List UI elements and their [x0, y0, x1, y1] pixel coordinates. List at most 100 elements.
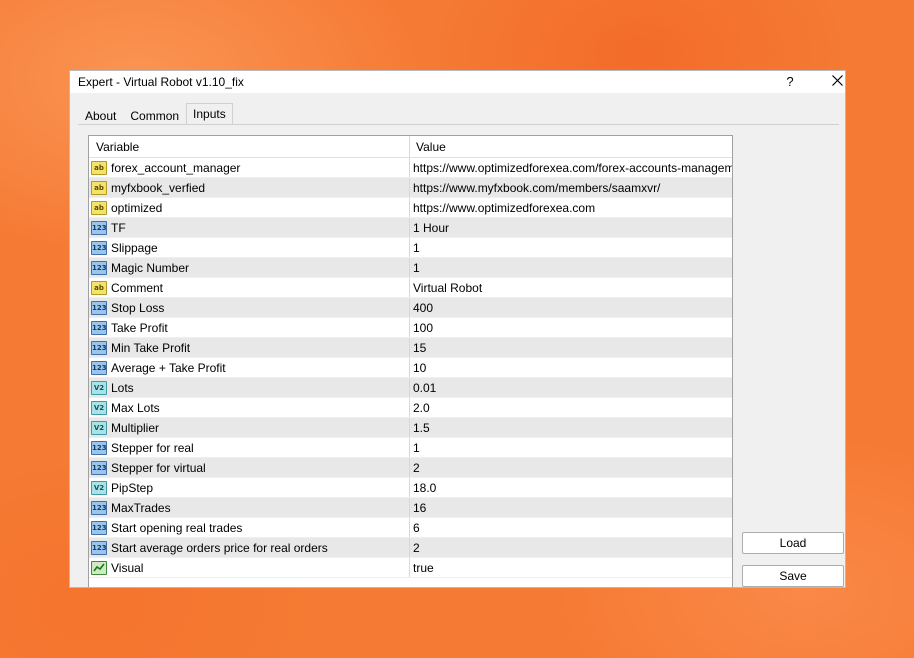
table-row[interactable]: 123 Average + Take Profit 10: [89, 358, 732, 378]
variable-cell: 123 Average + Take Profit: [89, 358, 410, 377]
integer-type-icon: 123: [91, 300, 107, 315]
value-cell[interactable]: 18.0: [410, 478, 732, 497]
table-row[interactable]: 123 Stop Loss 400: [89, 298, 732, 318]
column-header-value[interactable]: Value: [410, 136, 732, 157]
value-cell[interactable]: 1: [410, 438, 732, 457]
value-cell[interactable]: 2: [410, 538, 732, 557]
tab-common[interactable]: Common: [123, 105, 186, 125]
inputs-table: Variable Value ab forex_account_manager ht…: [88, 135, 733, 587]
variable-cell: V2 Max Lots: [89, 398, 410, 417]
table-row[interactable]: 123 Take Profit 100: [89, 318, 732, 338]
table-row[interactable]: 123 Start average orders price for real o…: [89, 538, 732, 558]
value-cell[interactable]: 2: [410, 458, 732, 477]
table-row[interactable]: ab optimized https://www.optimizedforexea.…: [89, 198, 732, 218]
value-cell[interactable]: https://www.myfxbook.com/members/saamxvr…: [410, 178, 732, 197]
table-row[interactable]: V2 Multiplier 1.5: [89, 418, 732, 438]
integer-type-icon: 123: [91, 540, 107, 555]
integer-type-icon: 123: [91, 440, 107, 455]
variable-name: forex_account_manager: [111, 160, 241, 175]
value-cell[interactable]: 16: [410, 498, 732, 517]
save-button[interactable]: Save: [742, 565, 844, 587]
table-body: ab forex_account_manager https://www.optim…: [89, 158, 732, 578]
variable-name: myfxbook_verfied: [111, 180, 206, 195]
table-row[interactable]: 123 Magic Number 1: [89, 258, 732, 278]
variable-cell: 123 Stepper for virtual: [89, 458, 410, 477]
bool-type-icon: [91, 560, 107, 575]
variable-name: Start average orders price for real orde…: [111, 540, 328, 555]
variable-name: Stop Loss: [111, 300, 165, 315]
table-row[interactable]: Visual true: [89, 558, 732, 578]
variable-name: Magic Number: [111, 260, 190, 275]
table-row[interactable]: 123 TF 1 Hour: [89, 218, 732, 238]
tab-about[interactable]: About: [78, 105, 123, 125]
variable-cell: 123 Start average orders price for real o…: [89, 538, 410, 557]
close-button[interactable]: [829, 71, 845, 91]
variable-name: Slippage: [111, 240, 158, 255]
variable-name: Stepper for virtual: [111, 460, 206, 475]
column-header-variable[interactable]: Variable: [89, 136, 410, 157]
value-cell[interactable]: 1: [410, 258, 732, 277]
variable-cell: 123 Slippage: [89, 238, 410, 257]
table-row[interactable]: 123 Slippage 1: [89, 238, 732, 258]
table-row[interactable]: V2 Lots 0.01: [89, 378, 732, 398]
variable-cell: 123 TF: [89, 218, 410, 237]
integer-type-icon: 123: [91, 240, 107, 255]
integer-type-icon: 123: [91, 220, 107, 235]
variable-name: Average + Take Profit: [111, 360, 226, 375]
variable-cell: 123 Start opening real trades: [89, 518, 410, 537]
table-row[interactable]: 123 Stepper for real 1: [89, 438, 732, 458]
double-type-icon: V2: [91, 480, 107, 495]
variable-cell: 123 MaxTrades: [89, 498, 410, 517]
variable-cell: 123 Min Take Profit: [89, 338, 410, 357]
variable-cell: ab optimized: [89, 198, 410, 217]
variable-name: Take Profit: [111, 320, 168, 335]
table-row[interactable]: ab Comment Virtual Robot: [89, 278, 732, 298]
table-row[interactable]: 123 Start opening real trades 6: [89, 518, 732, 538]
value-cell[interactable]: 10: [410, 358, 732, 377]
table-row[interactable]: 123 Stepper for virtual 2: [89, 458, 732, 478]
string-type-icon: ab: [91, 280, 107, 295]
variable-name: Visual: [111, 560, 144, 575]
help-button[interactable]: ?: [781, 73, 799, 91]
value-cell[interactable]: 6: [410, 518, 732, 537]
table-row[interactable]: 123 Min Take Profit 15: [89, 338, 732, 358]
value-cell[interactable]: 1.5: [410, 418, 732, 437]
tab-inputs[interactable]: Inputs: [186, 103, 233, 125]
variable-cell: ab myfxbook_verfied: [89, 178, 410, 197]
value-cell[interactable]: https://www.optimizedforexea.com/forex-a…: [410, 158, 732, 177]
table-row[interactable]: V2 Max Lots 2.0: [89, 398, 732, 418]
variable-cell: 123 Stop Loss: [89, 298, 410, 317]
integer-type-icon: 123: [91, 360, 107, 375]
value-cell[interactable]: 0.01: [410, 378, 732, 397]
integer-type-icon: 123: [91, 260, 107, 275]
integer-type-icon: 123: [91, 520, 107, 535]
variable-name: MaxTrades: [111, 500, 171, 515]
value-cell[interactable]: 400: [410, 298, 732, 317]
value-cell[interactable]: Virtual Robot: [410, 278, 732, 297]
variable-cell: 123 Stepper for real: [89, 438, 410, 457]
table-row[interactable]: ab forex_account_manager https://www.optim…: [89, 158, 732, 178]
value-cell[interactable]: true: [410, 558, 732, 577]
variable-name: PipStep: [111, 480, 154, 495]
double-type-icon: V2: [91, 400, 107, 415]
table-row[interactable]: ab myfxbook_verfied https://www.myfxbook.c…: [89, 178, 732, 198]
double-type-icon: V2: [91, 380, 107, 395]
variable-cell: 123 Take Profit: [89, 318, 410, 337]
variable-name: Max Lots: [111, 400, 160, 415]
value-cell[interactable]: 1 Hour: [410, 218, 732, 237]
variable-cell: ab forex_account_manager: [89, 158, 410, 177]
value-cell[interactable]: 15: [410, 338, 732, 357]
expert-properties-dialog: Expert - Virtual Robot v1.10_fix ? About…: [69, 70, 846, 588]
variable-name: Lots: [111, 380, 134, 395]
value-cell[interactable]: 1: [410, 238, 732, 257]
title-bar[interactable]: Expert - Virtual Robot v1.10_fix ?: [70, 71, 845, 93]
table-row[interactable]: 123 MaxTrades 16: [89, 498, 732, 518]
value-cell[interactable]: 2.0: [410, 398, 732, 417]
table-row[interactable]: V2 PipStep 18.0: [89, 478, 732, 498]
value-cell[interactable]: 100: [410, 318, 732, 337]
tab-panel-border: [78, 124, 839, 125]
load-button[interactable]: Load: [742, 532, 844, 554]
variable-cell: ab Comment: [89, 278, 410, 297]
variable-cell: V2 Lots: [89, 378, 410, 397]
value-cell[interactable]: https://www.optimizedforexea.com: [410, 198, 732, 217]
